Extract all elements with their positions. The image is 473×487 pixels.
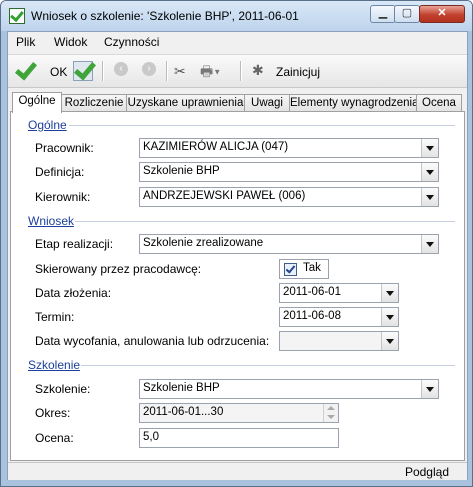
- initiate-button[interactable]: ✱ Zainicjuj: [250, 58, 330, 84]
- etap-label: Etap realizacji:: [35, 237, 114, 251]
- tab-ogolne[interactable]: Ogólne: [12, 92, 62, 113]
- ocena-value: 5,0: [143, 431, 159, 443]
- window-title: Wniosek o szkolenie: 'Szkolenie BHP', 20…: [31, 9, 299, 23]
- ocena-label: Ocena:: [35, 431, 74, 445]
- okres-value: 2011-06-01...30: [143, 406, 224, 418]
- definicja-label: Definicja:: [35, 165, 85, 179]
- section-szkolenie-title: Szkolenie: [28, 358, 81, 372]
- data-wycofania-label: Data wycofania, anulowania lub odrzuceni…: [35, 334, 270, 348]
- chevron-down-icon[interactable]: [421, 235, 438, 253]
- termin-date[interactable]: 2011-06-08: [279, 307, 399, 327]
- checkbox-checked-icon[interactable]: [284, 263, 297, 276]
- print-icon[interactable]: 🖶▼: [200, 58, 232, 84]
- chevron-down-icon[interactable]: [381, 308, 398, 326]
- dialog-window: Wniosek o szkolenie: 'Szkolenie BHP', 20…: [0, 0, 473, 487]
- etap-select[interactable]: Szkolenie zrealizowane: [139, 234, 439, 254]
- toolbar-separator: [102, 61, 104, 81]
- okres-label: Okres:: [35, 406, 71, 420]
- definicja-select[interactable]: Szkolenie BHP: [139, 162, 439, 182]
- check-icon: [14, 61, 34, 81]
- forward-icon[interactable]: ›: [142, 62, 156, 76]
- wrench-icon: ✱: [252, 62, 264, 78]
- szkolenie-label: Szkolenie:: [35, 382, 91, 396]
- chevron-down-icon[interactable]: [421, 139, 438, 157]
- ocena-input[interactable]: 5,0: [139, 428, 339, 448]
- ok-label: OK: [50, 65, 68, 79]
- termin-label: Termin:: [35, 310, 75, 324]
- okres-field[interactable]: 2011-06-01...30: [139, 403, 339, 423]
- section-divider: [69, 125, 455, 126]
- skierowany-label: Skierowany przez pracodawcę:: [35, 262, 202, 276]
- chevron-down-icon[interactable]: [381, 284, 398, 302]
- chevron-down-icon[interactable]: [421, 188, 438, 206]
- toolbar: OK ‹ › ✂ 🖶▼ ✱ Zainicjuj: [8, 54, 467, 88]
- title-bar[interactable]: Wniosek o szkolenie: 'Szkolenie BHP', 20…: [1, 1, 472, 31]
- spinner-icon[interactable]: [323, 404, 338, 422]
- minimize-button[interactable]: ▁: [370, 5, 396, 23]
- kierownik-value: ANDRZEJEWSKI PAWEŁ (006): [143, 190, 306, 202]
- etap-value: Szkolenie zrealizowane: [143, 237, 264, 249]
- tools-icon[interactable]: ✂: [174, 58, 194, 84]
- data-zlozenia-date[interactable]: 2011-06-01: [279, 283, 399, 303]
- szkolenie-value: Szkolenie BHP: [143, 382, 220, 394]
- save-and-new-button[interactable]: [70, 58, 98, 84]
- skierowany-checkbox[interactable]: Tak: [279, 259, 329, 279]
- data-zlozenia-value: 2011-06-01: [283, 286, 341, 298]
- menu-bar: Plik Widok Czynności: [8, 32, 467, 52]
- section-divider: [81, 365, 455, 366]
- chevron-down-icon[interactable]: [421, 163, 438, 181]
- termin-value: 2011-06-08: [283, 310, 341, 322]
- maximize-button[interactable]: ▢: [394, 5, 420, 23]
- tab-rozliczenie[interactable]: Rozliczenie: [61, 94, 127, 112]
- kierownik-label: Kierownik:: [35, 190, 91, 204]
- tab-elementy-wynagrodzenia[interactable]: Elementy wynagrodzenia: [289, 94, 419, 112]
- tab-uzyskane-uprawnienia[interactable]: Uzyskane uprawnienia: [126, 94, 245, 112]
- pracownik-select[interactable]: KAZIMIERÓW ALICJA (047): [139, 138, 439, 158]
- client-area: Plik Widok Czynności OK ‹ › ✂ 🖶▼ ✱ Zaini…: [7, 31, 468, 480]
- menu-widok[interactable]: Widok: [54, 35, 87, 49]
- back-icon[interactable]: ‹: [114, 62, 128, 76]
- data-zlozenia-label: Data złożenia:: [35, 286, 112, 300]
- check-icon: [73, 61, 93, 81]
- chevron-down-icon[interactable]: [421, 380, 438, 398]
- section-wniosek-title: Wniosek: [28, 214, 75, 228]
- toolbar-separator: [240, 61, 242, 81]
- tab-strip: Ogólne Rozliczenie Uzyskane uprawnienia …: [10, 92, 465, 113]
- pracownik-value: KAZIMIERÓW ALICJA (047): [143, 141, 289, 153]
- tab-panel-ogolne: Ogólne Pracownik: KAZIMIERÓW ALICJA (047…: [10, 111, 465, 461]
- toolbar-separator: [166, 61, 168, 81]
- section-divider: [75, 221, 455, 222]
- section-ogolne-title: Ogólne: [28, 118, 67, 132]
- close-button[interactable]: ✕: [419, 5, 465, 23]
- pracownik-label: Pracownik:: [35, 141, 94, 155]
- app-icon: [9, 8, 25, 24]
- chevron-down-icon[interactable]: [381, 332, 398, 350]
- skierowany-value: Tak: [303, 262, 321, 274]
- initiate-label: Zainicjuj: [276, 65, 321, 79]
- szkolenie-select[interactable]: Szkolenie BHP: [139, 379, 439, 399]
- kierownik-select[interactable]: ANDRZEJEWSKI PAWEŁ (006): [139, 187, 439, 207]
- status-text: Podgląd: [404, 465, 449, 479]
- tab-ocena[interactable]: Ocena: [416, 94, 462, 112]
- definicja-value: Szkolenie BHP: [143, 165, 220, 177]
- menu-plik[interactable]: Plik: [16, 35, 35, 49]
- ok-button[interactable]: OK: [12, 58, 68, 84]
- tab-uwagi[interactable]: Uwagi: [244, 94, 290, 112]
- status-bar: Podgląd: [8, 462, 467, 480]
- menu-czynnosci[interactable]: Czynności: [104, 35, 159, 49]
- data-wycofania-date[interactable]: [279, 331, 399, 351]
